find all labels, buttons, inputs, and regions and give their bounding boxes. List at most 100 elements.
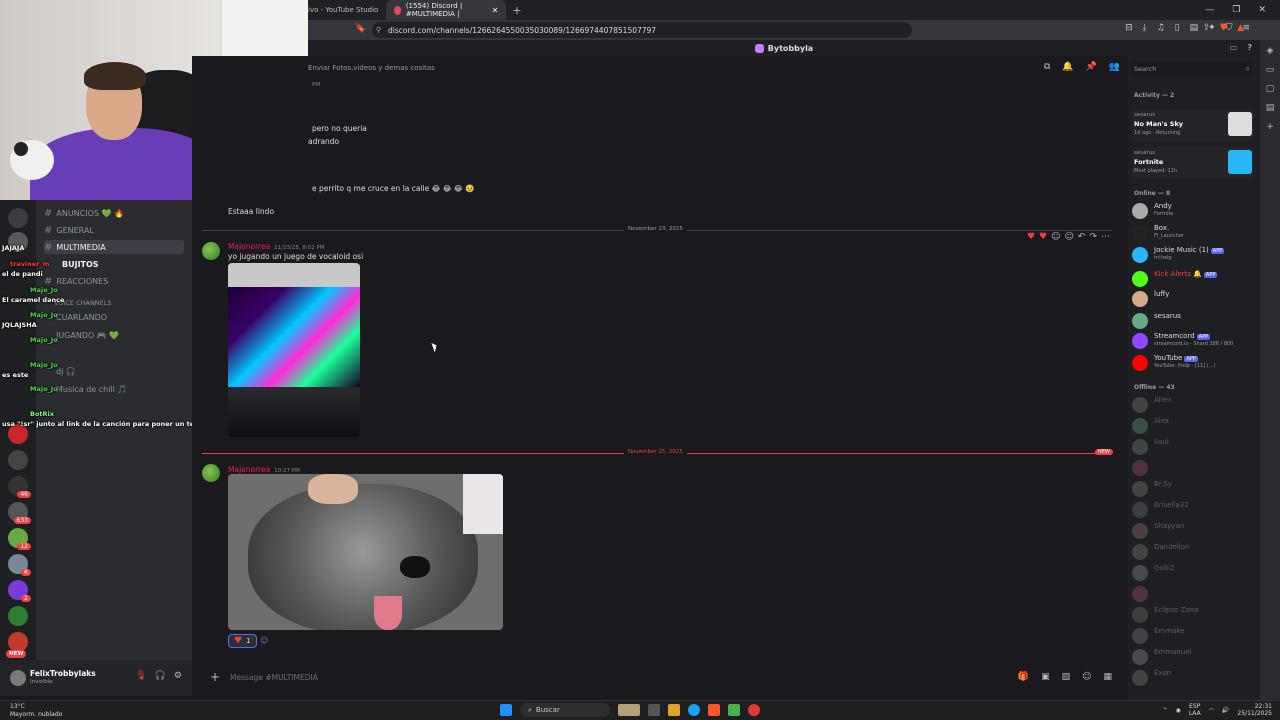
new-unreads-badge[interactable]: NEW xyxy=(6,650,27,658)
history-icon[interactable]: ▢ xyxy=(1266,84,1275,94)
member-item[interactable]: luffy xyxy=(1132,290,1256,308)
tab-discord[interactable]: (1554) Discord | #MULTIMEDIA | ✕ xyxy=(386,0,507,20)
task-view-icon[interactable] xyxy=(648,704,660,716)
channel-anuncios[interactable]: # ANUNCIOS 💚 🔥 xyxy=(44,206,184,220)
author-name[interactable]: Majonorrea xyxy=(228,465,270,474)
server-icon[interactable]: 633 xyxy=(8,502,31,524)
heart-react-icon[interactable]: ♥ xyxy=(1027,232,1035,242)
author-name[interactable]: Majonorrea xyxy=(228,242,270,251)
member-item[interactable]: Alien xyxy=(1132,396,1256,414)
server-icon[interactable]: 2 xyxy=(8,580,31,602)
activity-card[interactable]: sesarus Fortnite Most played: 11h xyxy=(1132,147,1254,179)
server-icon[interactable]: 6 xyxy=(8,554,31,576)
voice-dj[interactable]: dj 🎧 xyxy=(56,364,196,378)
add-reaction-icon[interactable]: ☺ xyxy=(1065,232,1074,242)
headphones-icon[interactable]: 🎧 xyxy=(155,671,166,681)
member-item[interactable]: Alex xyxy=(1132,417,1256,435)
site-info-icon[interactable]: ⚲ xyxy=(376,26,381,34)
member-item[interactable]: Brisella32 xyxy=(1132,501,1256,519)
inbox-icon[interactable]: ▭ xyxy=(1230,43,1238,52)
close-tab-icon[interactable]: ✕ xyxy=(492,6,499,15)
new-tab-button[interactable]: + xyxy=(506,4,527,17)
member-item[interactable]: Shayyan xyxy=(1132,522,1256,540)
member-item[interactable]: YouTube APP YouTube: /help · [11] (...) xyxy=(1132,354,1256,372)
ai-icon[interactable]: ◈ xyxy=(1267,46,1274,56)
emoji-react-icon[interactable]: ☺ xyxy=(1051,232,1060,242)
server-icon[interactable]: 46 xyxy=(8,476,31,498)
voice-musica[interactable]: Musica de chill 🎵 xyxy=(56,382,196,396)
image-attachment-vocaloid[interactable] xyxy=(228,263,360,437)
more-options-icon[interactable]: ⋯ xyxy=(1101,232,1110,242)
member-item[interactable]: Dandelion xyxy=(1132,543,1256,561)
notification-bell-icon[interactable]: 🔔 xyxy=(1062,62,1073,72)
emoji-icon[interactable]: ☺ xyxy=(1082,672,1091,682)
edge-icon[interactable] xyxy=(688,704,700,716)
close-window-icon[interactable]: ✕ xyxy=(1258,5,1266,15)
member-item[interactable]: Gubi2 xyxy=(1132,564,1256,582)
widgets-icon[interactable] xyxy=(618,704,640,716)
voice-jugando[interactable]: JUGANDO 🎮 💚 xyxy=(56,328,196,342)
member-list-icon[interactable]: 👥 xyxy=(1109,62,1120,72)
pin-icon[interactable]: 📌 xyxy=(1086,62,1097,72)
network-icon[interactable]: ◉ xyxy=(1176,707,1181,714)
server-icon[interactable] xyxy=(8,606,28,626)
member-item[interactable]: Emmake xyxy=(1132,627,1256,645)
weather-widget[interactable]: 13°C Mayorm. nublado xyxy=(10,703,62,719)
address-bar[interactable]: ⚲ discord.com/channels/12662645500350300… xyxy=(372,22,912,38)
add-panel-icon[interactable]: + xyxy=(1266,122,1274,132)
member-item[interactable]: Jockie Music (1) APP m!help xyxy=(1132,246,1256,264)
restore-icon[interactable]: ❐ xyxy=(1232,5,1240,15)
member-item[interactable]: Eclipse Zona xyxy=(1132,606,1256,624)
wallet-icon[interactable]: ▤ xyxy=(1190,23,1199,33)
obs-icon[interactable] xyxy=(748,704,760,716)
reader-icon[interactable]: ⊟ xyxy=(1125,23,1133,33)
member-item[interactable]: Exon xyxy=(1132,669,1256,687)
brave-icon[interactable] xyxy=(708,704,720,716)
vpn-icon[interactable]: ⛉ xyxy=(1226,23,1233,33)
channel-multimedia[interactable]: # MULTIMEDIA xyxy=(44,240,184,254)
channel-reacciones[interactable]: # REACCIONES xyxy=(44,274,184,288)
sticker-icon[interactable]: ▧ xyxy=(1062,672,1071,682)
username[interactable]: FelixTrobbylaks xyxy=(30,669,96,678)
message-input[interactable]: Message #MULTIMEDIA xyxy=(230,673,318,682)
avatar[interactable] xyxy=(202,464,220,482)
member-item[interactable] xyxy=(1132,585,1256,603)
language-indicator[interactable]: ESP LAA xyxy=(1189,703,1201,717)
bookmark-icon[interactable]: 🔖 xyxy=(355,24,366,34)
category-voice[interactable]: Voice Channels xyxy=(54,296,194,310)
clock[interactable]: 22:31 25/11/2025 xyxy=(1237,703,1272,717)
taskbar-search[interactable]: ⌕ Buscar xyxy=(520,703,610,717)
add-reaction-icon[interactable]: ☺ xyxy=(260,636,268,645)
tab-youtube-studio[interactable]: ivo - YouTube Studio xyxy=(300,0,386,20)
forward-icon[interactable]: ↷ xyxy=(1089,232,1097,242)
search-input[interactable]: Search ⌕ xyxy=(1132,62,1252,76)
voice-cuarlando[interactable]: CUARLANDO xyxy=(56,310,196,324)
avatar[interactable] xyxy=(202,242,220,260)
image-attachment-dog[interactable] xyxy=(228,474,503,630)
server-icon[interactable] xyxy=(8,450,28,470)
member-item[interactable]: Streamcord APP streamcord.io · Shard 386 /… xyxy=(1132,332,1256,350)
file-explorer-icon[interactable] xyxy=(668,704,680,716)
member-item[interactable]: Andy Fortnite xyxy=(1132,202,1256,220)
activity-card[interactable]: sesarus No Man's Sky 1d ago · Returning xyxy=(1132,109,1254,141)
help-icon[interactable]: ? xyxy=(1247,43,1252,52)
settings-gear-icon[interactable]: ⚙ xyxy=(174,671,182,681)
gif-icon[interactable]: ▣ xyxy=(1041,672,1050,682)
member-item[interactable]: Emmanuel xyxy=(1132,648,1256,666)
heart-react-icon[interactable]: ♥ xyxy=(1039,232,1047,242)
member-item[interactable]: sesarus xyxy=(1132,312,1256,330)
minimize-icon[interactable]: — xyxy=(1205,5,1214,15)
wifi-icon[interactable]: ◠ xyxy=(1209,707,1214,714)
store-icon[interactable] xyxy=(728,704,740,716)
threads-icon[interactable]: ⧉ xyxy=(1044,62,1050,72)
channel-general[interactable]: # GENERAL xyxy=(44,223,184,237)
server-icon[interactable] xyxy=(8,208,28,228)
mic-muted-icon[interactable]: 🎙 xyxy=(135,671,146,681)
channel-bujitos[interactable]: BUJITOS xyxy=(62,257,202,271)
download-icon[interactable]: ⤓ xyxy=(1143,23,1147,33)
menu-icon[interactable]: ≡ xyxy=(1242,23,1250,33)
member-item[interactable]: Kick Alerts 🔔 APP xyxy=(1132,270,1256,288)
volume-icon[interactable]: 🔊 xyxy=(1222,707,1229,714)
apps-icon[interactable]: ▦ xyxy=(1103,672,1112,682)
tray-chevron-icon[interactable]: ⌃ xyxy=(1163,707,1168,714)
